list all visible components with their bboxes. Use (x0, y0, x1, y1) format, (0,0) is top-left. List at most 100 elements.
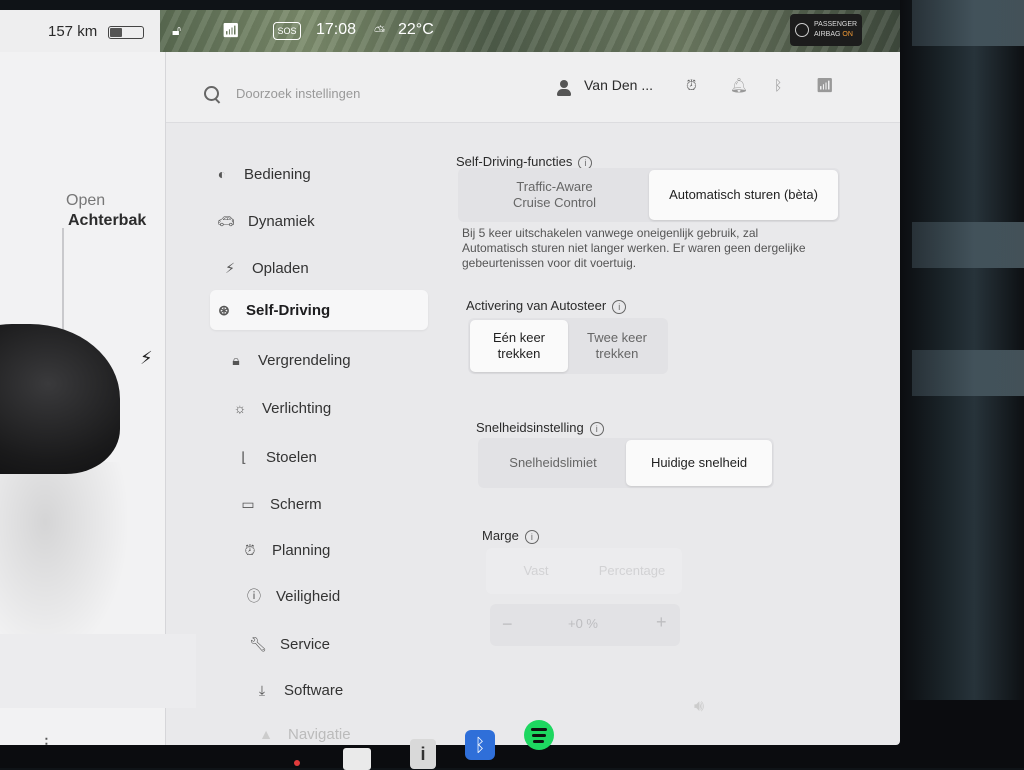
option-line1: Eén keer (492, 330, 546, 345)
percentage-margin-option[interactable]: Percentage (584, 550, 680, 592)
nav-item-label: Opladen (252, 259, 309, 277)
lock-icon: 🔒︎ (232, 351, 240, 368)
nav-item-label: Dynamiek (248, 212, 315, 230)
option-label: Automatisch sturen (bèta) (669, 187, 818, 202)
double-pull-option[interactable]: Twee keer trekken (568, 320, 666, 372)
map-preview[interactable] (160, 10, 900, 52)
nav-item-label: Bediening (244, 165, 311, 183)
nav-item-self-driving[interactable]: ⊛ Self-Driving (210, 290, 428, 330)
single-pull-option[interactable]: Eén keer trekken (470, 320, 568, 372)
touchscreen: 157 km 🔓︎ 📶︎ SOS 17:08 ⛅︎ 22°C PASSENGER… (0, 10, 900, 745)
airbag-state: ON (842, 31, 853, 38)
margin-value: +0 % (568, 616, 598, 631)
option-line2: trekken (595, 346, 639, 361)
alert-circle-icon: ⓘ (247, 588, 261, 604)
decrease-margin-button[interactable]: − (502, 614, 513, 635)
info-icon[interactable]: i (612, 299, 627, 314)
info-icon[interactable]: i (589, 421, 604, 436)
wrench-icon: 🔧︎ (249, 635, 267, 652)
bluetooth-app-icon[interactable]: ᛒ (465, 730, 495, 760)
bluetooth-icon[interactable]: ᛒ (774, 77, 782, 93)
wifi-icon[interactable]: 📶︎ (816, 77, 834, 94)
section-title-text: Self-Driving-functies (456, 154, 573, 169)
sliders-icon[interactable]: ⫶ (44, 735, 49, 745)
status-bar: 157 km 🔓︎ 📶︎ SOS 17:08 ⛅︎ 22°C PASSENGER… (0, 10, 900, 52)
nav-item-verlichting[interactable]: ☼ Verlichting (226, 388, 441, 428)
nav-item-vergrendeling[interactable]: 🔒︎ Vergrendeling (222, 340, 437, 380)
charge-port-bolt-icon[interactable]: ⚡︎ (140, 348, 153, 369)
window-reflection (912, 222, 1024, 268)
nav-item-scherm[interactable]: ▭ Scherm (234, 484, 449, 524)
car-panel-card (0, 634, 196, 708)
nav-item-label: Veiligheid (276, 587, 341, 605)
trunk-status[interactable]: Open (66, 192, 105, 210)
nav-item-label: Navigatie (288, 725, 351, 743)
section-title-text: Marge (482, 528, 519, 543)
seat-icon: ⌊ (241, 448, 247, 465)
nav-item-label: Verlichting (262, 399, 332, 417)
user-profile-icon[interactable] (556, 80, 572, 96)
nav-item-label: Software (284, 681, 344, 699)
driver-profile-name[interactable]: Van Den ... (584, 77, 653, 93)
option-label: Traffic-Aware Cruise Control (513, 179, 596, 211)
option-line2: trekken (497, 346, 541, 361)
info-icon[interactable]: i (524, 529, 539, 544)
option-label: Twee keer trekken (587, 330, 647, 362)
option-label: Vast (523, 563, 549, 578)
sun-icon: ☼ (233, 400, 247, 416)
nav-item-stoelen[interactable]: ⌊ Stoelen (230, 437, 445, 477)
settings-header: Van Den ... ⏰︎ 🔔︎ ᛒ 📶︎ (166, 52, 900, 123)
navigation-arrow-icon: ▲ (259, 726, 273, 742)
trunk-label[interactable]: Achterbak (68, 212, 146, 230)
traffic-aware-cruise-control-option[interactable]: Traffic-Aware Cruise Control (460, 170, 649, 220)
outside-temperature: 22°C (398, 21, 434, 38)
autosteer-beta-option[interactable]: Automatisch sturen (bèta) (649, 170, 838, 220)
nav-item-veiligheid[interactable]: ⓘ Veiligheid (240, 576, 455, 616)
bell-icon[interactable]: 🔔︎ (730, 77, 748, 94)
margin-title: Marge i (482, 528, 539, 544)
option-line2: Cruise Control (512, 195, 597, 210)
car-reflection (0, 462, 130, 662)
nav-item-planning[interactable]: ⏰︎ Planning (236, 530, 451, 570)
nav-item-opladen[interactable]: ⚡︎ Opladen (216, 248, 431, 288)
nav-item-dynamiek[interactable]: 🚗︎ Dynamiek (212, 201, 427, 241)
note-line3: gebeurtenissen voor dit voertuig. (462, 256, 637, 270)
cloud-sun-icon: ⛅︎ (374, 23, 386, 39)
calendar-app-icon[interactable] (343, 748, 371, 770)
current-speed-option[interactable]: Huidige snelheid (626, 440, 772, 486)
nav-item-software[interactable]: ⤓ Software (248, 670, 463, 710)
nav-item-bediening[interactable]: ◐ Bediening (208, 154, 423, 194)
settings-search-input[interactable] (234, 80, 518, 106)
airbag-line1: PASSENGER (814, 21, 858, 28)
window-reflection (912, 350, 1024, 396)
car-icon: 🚗︎ (217, 212, 235, 229)
self-driving-mode-selector: Traffic-Aware Cruise Control Automatisch … (458, 168, 840, 222)
note-line2: Automatisch sturen niet langer werken. E… (462, 241, 806, 255)
nav-item-label: Stoelen (266, 448, 317, 466)
spotify-app-icon[interactable] (524, 720, 554, 750)
window-reflection (912, 0, 1024, 46)
toggle-icon: ◐ (217, 166, 227, 182)
increase-margin-button[interactable]: + (656, 612, 667, 633)
volume-icon[interactable]: 🔊︎ (694, 698, 704, 716)
speed-setting-title: Snelheidsinstelling i (476, 420, 604, 436)
speed-limit-option[interactable]: Snelheidslimiet (480, 440, 626, 486)
sos-badge[interactable]: SOS (273, 22, 301, 40)
alarm-clock-icon[interactable]: ⏰︎ (686, 77, 697, 94)
recording-dot-icon (294, 760, 300, 766)
autosteer-activation-selector: Eén keer trekken Twee keer trekken (468, 318, 668, 374)
lock-icon[interactable]: 🔓︎ (172, 22, 181, 39)
airbag-icon (795, 23, 809, 37)
passenger-airbag-indicator: PASSENGER AIRBAG ON (790, 14, 862, 46)
margin-type-selector: Vast Percentage (486, 548, 682, 594)
fixed-margin-option[interactable]: Vast (488, 550, 584, 592)
nav-item-service[interactable]: 🔧︎ Service (244, 624, 459, 664)
nav-item-label: Vergrendeling (258, 351, 351, 369)
battery-icon (108, 26, 144, 39)
option-label: Huidige snelheid (650, 455, 748, 470)
manual-app-icon[interactable]: i (410, 739, 436, 769)
option-line1: Twee keer (587, 330, 647, 345)
nav-item-label: Planning (272, 541, 331, 559)
section-title-text: Activering van Autosteer (466, 298, 607, 313)
option-label: Eén keer trekken (493, 330, 545, 362)
